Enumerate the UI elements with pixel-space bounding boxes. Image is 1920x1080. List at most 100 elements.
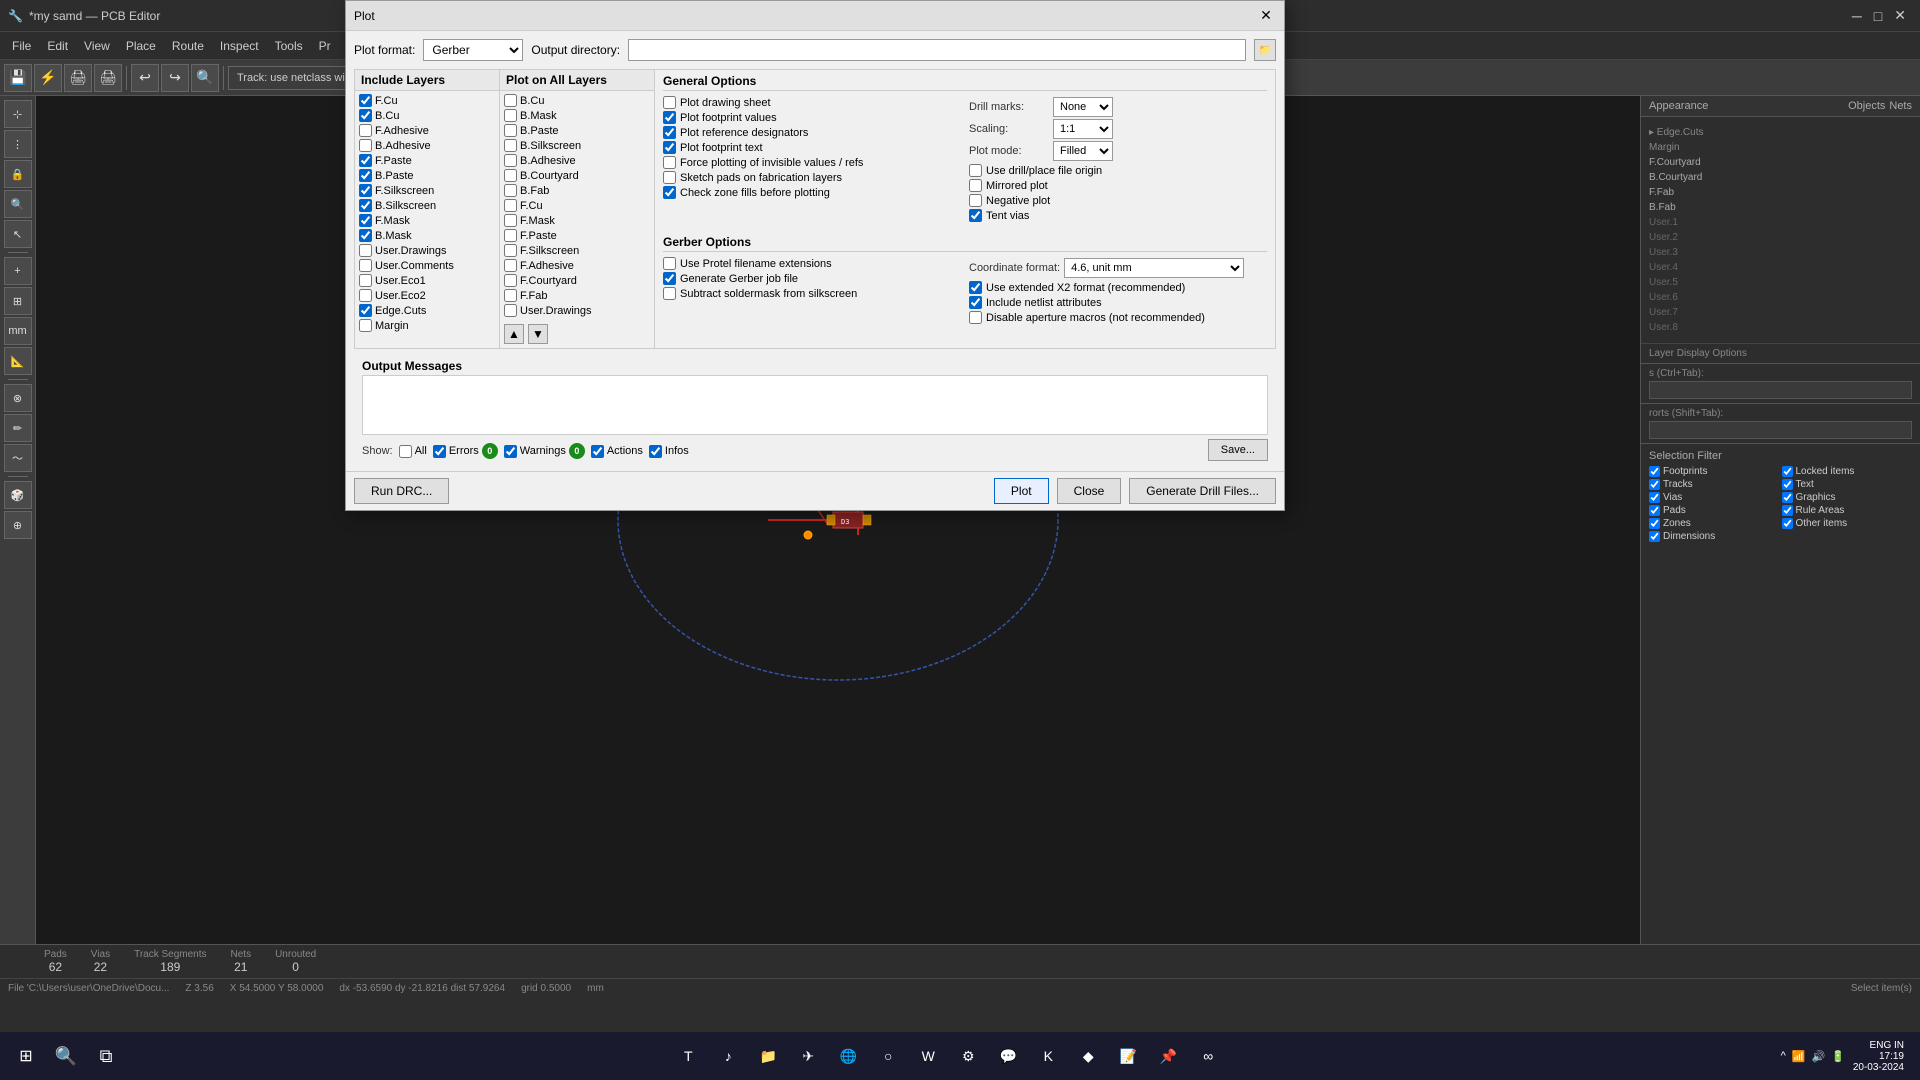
pa-fmask[interactable]: F.Mask [500, 213, 654, 228]
filter-text-cb[interactable] [1782, 479, 1793, 490]
opt-protel[interactable]: Use Protel filename extensions [663, 256, 961, 271]
taskbar-explorer[interactable]: 📁 [750, 1038, 786, 1074]
search-btn[interactable]: 🔍 [191, 64, 219, 92]
tray-arrow[interactable]: ^ [1781, 1050, 1786, 1062]
show-infos-item[interactable]: Infos [649, 445, 689, 458]
opt-mirrored[interactable]: Mirrored plot [969, 178, 1267, 193]
opt-plot-ref-des[interactable]: Plot reference designators [663, 125, 961, 140]
pa-fpaste[interactable]: F.Paste [500, 228, 654, 243]
ctrl-tab-dropdown[interactable] [1649, 381, 1912, 399]
filter-locked-cb[interactable] [1782, 466, 1793, 477]
new-btn[interactable]: 💾 [4, 64, 32, 92]
lock-btn[interactable]: 🔒 [4, 160, 32, 188]
filter-graphics-cb[interactable] [1782, 492, 1793, 503]
pa-bcourtyard[interactable]: B.Courtyard [500, 168, 654, 183]
taskbar-vscode[interactable]: ◆ [1070, 1038, 1106, 1074]
show-infos-cb[interactable] [649, 445, 662, 458]
menu-place[interactable]: Place [118, 37, 164, 55]
layer-usercomments[interactable]: User.Comments [355, 258, 499, 273]
layer-bmask[interactable]: B.Mask [355, 228, 499, 243]
filter-locked[interactable]: Locked items [1782, 466, 1913, 477]
scaling-select[interactable]: 1:1 [1053, 119, 1113, 139]
tab-objects[interactable]: Objects [1848, 100, 1885, 112]
tray-battery[interactable]: 🔋 [1831, 1050, 1845, 1063]
output-dir-input[interactable] [628, 39, 1246, 61]
layer-fsilk[interactable]: F.Silkscreen [355, 183, 499, 198]
layer-bsilk[interactable]: B.Silkscreen [355, 198, 499, 213]
filter-pads[interactable]: Pads [1649, 505, 1780, 516]
menu-view[interactable]: View [76, 37, 118, 55]
wave-btn[interactable]: 〜 [4, 444, 32, 472]
opt-negative[interactable]: Negative plot [969, 193, 1267, 208]
taskbar-app2[interactable]: 💬 [990, 1038, 1026, 1074]
opt-disable-aperture[interactable]: Disable aperture macros (not recommended… [969, 310, 1267, 325]
taskbar-edge[interactable]: 🌐 [830, 1038, 866, 1074]
arrow-down-btn[interactable]: ▼ [528, 324, 548, 344]
mm-btn[interactable]: mm [4, 317, 32, 345]
layer-badhesive[interactable]: B.Adhesive [355, 138, 499, 153]
print-btn[interactable]: 🖨 [64, 64, 92, 92]
filter-graphics[interactable]: Graphics [1782, 492, 1913, 503]
filter-tracks[interactable]: Tracks [1649, 479, 1780, 490]
tray-network[interactable]: 📶 [1792, 1050, 1806, 1063]
show-warnings-item[interactable]: Warnings 0 [504, 443, 585, 459]
opt-sketch-pads[interactable]: Sketch pads on fabrication layers [663, 170, 961, 185]
search-taskbar[interactable]: 🔍 [48, 1038, 84, 1074]
add-btn[interactable]: + [4, 257, 32, 285]
opt-extended-x2[interactable]: Use extended X2 format (recommended) [969, 280, 1267, 295]
calc-btn[interactable]: ⊕ [4, 511, 32, 539]
filter-zones-cb[interactable] [1649, 518, 1660, 529]
show-all-cb[interactable] [399, 445, 412, 458]
arrow-btn[interactable]: ↖ [4, 220, 32, 248]
menu-route[interactable]: Route [164, 37, 212, 55]
dialog-close-btn[interactable]: ✕ [1256, 6, 1276, 26]
pa-fadhesive[interactable]: F.Adhesive [500, 258, 654, 273]
taskbar-app1[interactable]: ⚙ [950, 1038, 986, 1074]
layer-eco1[interactable]: User.Eco1 [355, 273, 499, 288]
start-button[interactable]: ⊞ [8, 1038, 44, 1074]
show-warnings-cb[interactable] [504, 445, 517, 458]
layer-bpaste[interactable]: B.Paste [355, 168, 499, 183]
filter-vias-cb[interactable] [1649, 492, 1660, 503]
menu-edit[interactable]: Edit [39, 37, 76, 55]
arrow-up-btn[interactable]: ▲ [504, 324, 524, 344]
opt-tent-vias[interactable]: Tent vias [969, 208, 1267, 223]
show-errors-item[interactable]: Errors 0 [433, 443, 498, 459]
plot-mode-select[interactable]: Filled [1053, 141, 1113, 161]
layer-eco2[interactable]: User.Eco2 [355, 288, 499, 303]
opt-subtract-soldermask[interactable]: Subtract soldermask from silkscreen [663, 286, 961, 301]
opt-plot-drawing-sheet[interactable]: Plot drawing sheet [663, 95, 961, 110]
taskbar-notepad[interactable]: 📝 [1110, 1038, 1146, 1074]
close-app-btn[interactable]: ✕ [1888, 7, 1912, 24]
taskbar-word[interactable]: W [910, 1038, 946, 1074]
layer-fmask[interactable]: F.Mask [355, 213, 499, 228]
task-view[interactable]: ⧉ [88, 1038, 124, 1074]
3d-btn[interactable]: 🎲 [4, 481, 32, 509]
show-actions-item[interactable]: Actions [591, 445, 643, 458]
opt-force-invisible[interactable]: Force plotting of invisible values / ref… [663, 155, 961, 170]
measure-btn[interactable]: 📐 [4, 347, 32, 375]
select-btn[interactable]: ⊹ [4, 100, 32, 128]
pa-userdrawings[interactable]: User.Drawings [500, 303, 654, 318]
menu-inspect[interactable]: Inspect [212, 37, 267, 55]
pa-bsilk[interactable]: B.Silkscreen [500, 138, 654, 153]
show-all-item[interactable]: All [399, 445, 427, 458]
plot-btn[interactable]: Plot [994, 478, 1049, 504]
undo-btn[interactable]: ↩ [131, 64, 159, 92]
pa-bcu[interactable]: B.Cu [500, 93, 654, 108]
layer-userdrawings[interactable]: User.Drawings [355, 243, 499, 258]
shift-tab-dropdown[interactable] [1649, 421, 1912, 439]
pa-ffab[interactable]: F.Fab [500, 288, 654, 303]
schematic-btn[interactable]: ⚡ [34, 64, 62, 92]
opt-check-zone[interactable]: Check zone fills before plotting [663, 185, 961, 200]
filter-dimensions[interactable]: Dimensions [1649, 531, 1780, 542]
pa-fcourtyard[interactable]: F.Courtyard [500, 273, 654, 288]
pa-badhesive[interactable]: B.Adhesive [500, 153, 654, 168]
tray-volume[interactable]: 🔊 [1811, 1050, 1825, 1063]
run-drc-btn[interactable]: Run DRC... [354, 478, 449, 504]
opt-plot-fp-values[interactable]: Plot footprint values [663, 110, 961, 125]
taskbar-arduino[interactable]: ∞ [1190, 1038, 1226, 1074]
filter-dimensions-cb[interactable] [1649, 531, 1660, 542]
filter-vias[interactable]: Vias [1649, 492, 1780, 503]
filter-pads-cb[interactable] [1649, 505, 1660, 516]
